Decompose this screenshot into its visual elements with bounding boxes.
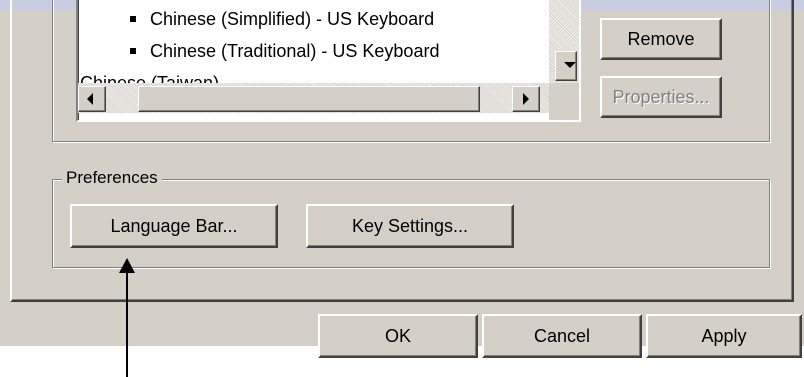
apply-button[interactable]: Apply bbox=[646, 314, 802, 358]
list-item-label: Chinese (Traditional) - US Keyboard bbox=[150, 41, 440, 61]
annotation-arrow-shaft bbox=[126, 270, 128, 377]
text-services-dialog: Chinese (Simplified) - US Keyboard Chine… bbox=[0, 0, 804, 358]
language-bar-button[interactable]: Language Bar... bbox=[70, 204, 278, 248]
bullet-icon bbox=[130, 47, 136, 54]
vertical-scrollbar[interactable] bbox=[549, 0, 579, 83]
key-settings-button[interactable]: Key Settings... bbox=[306, 204, 514, 248]
list-item-label: Chinese (Simplified) - US Keyboard bbox=[150, 9, 435, 29]
list-item[interactable]: Chinese (Simplified) - US Keyboard bbox=[130, 6, 434, 32]
scroll-left-arrow-icon bbox=[87, 93, 93, 105]
installed-services-list[interactable]: Chinese (Simplified) - US Keyboard Chine… bbox=[76, 0, 581, 122]
properties-button[interactable]: Properties... bbox=[600, 76, 722, 118]
preferences-legend: Preferences bbox=[62, 167, 162, 189]
bullet-icon bbox=[130, 15, 136, 22]
ok-button[interactable]: OK bbox=[318, 314, 478, 358]
scroll-right-button[interactable] bbox=[512, 86, 540, 112]
horizontal-scrollbar[interactable] bbox=[78, 83, 549, 113]
scroll-down-arrow-icon bbox=[564, 62, 576, 68]
scroll-right-arrow-icon bbox=[523, 93, 529, 105]
list-item[interactable]: Chinese (Traditional) - US Keyboard bbox=[130, 38, 439, 64]
scroll-left-button[interactable] bbox=[78, 86, 106, 112]
scroll-down-button[interactable] bbox=[555, 51, 577, 81]
cancel-button[interactable]: Cancel bbox=[482, 314, 642, 358]
scrollbar-corner bbox=[549, 83, 579, 120]
horizontal-scroll-thumb[interactable] bbox=[138, 86, 480, 112]
remove-button[interactable]: Remove bbox=[600, 18, 722, 60]
